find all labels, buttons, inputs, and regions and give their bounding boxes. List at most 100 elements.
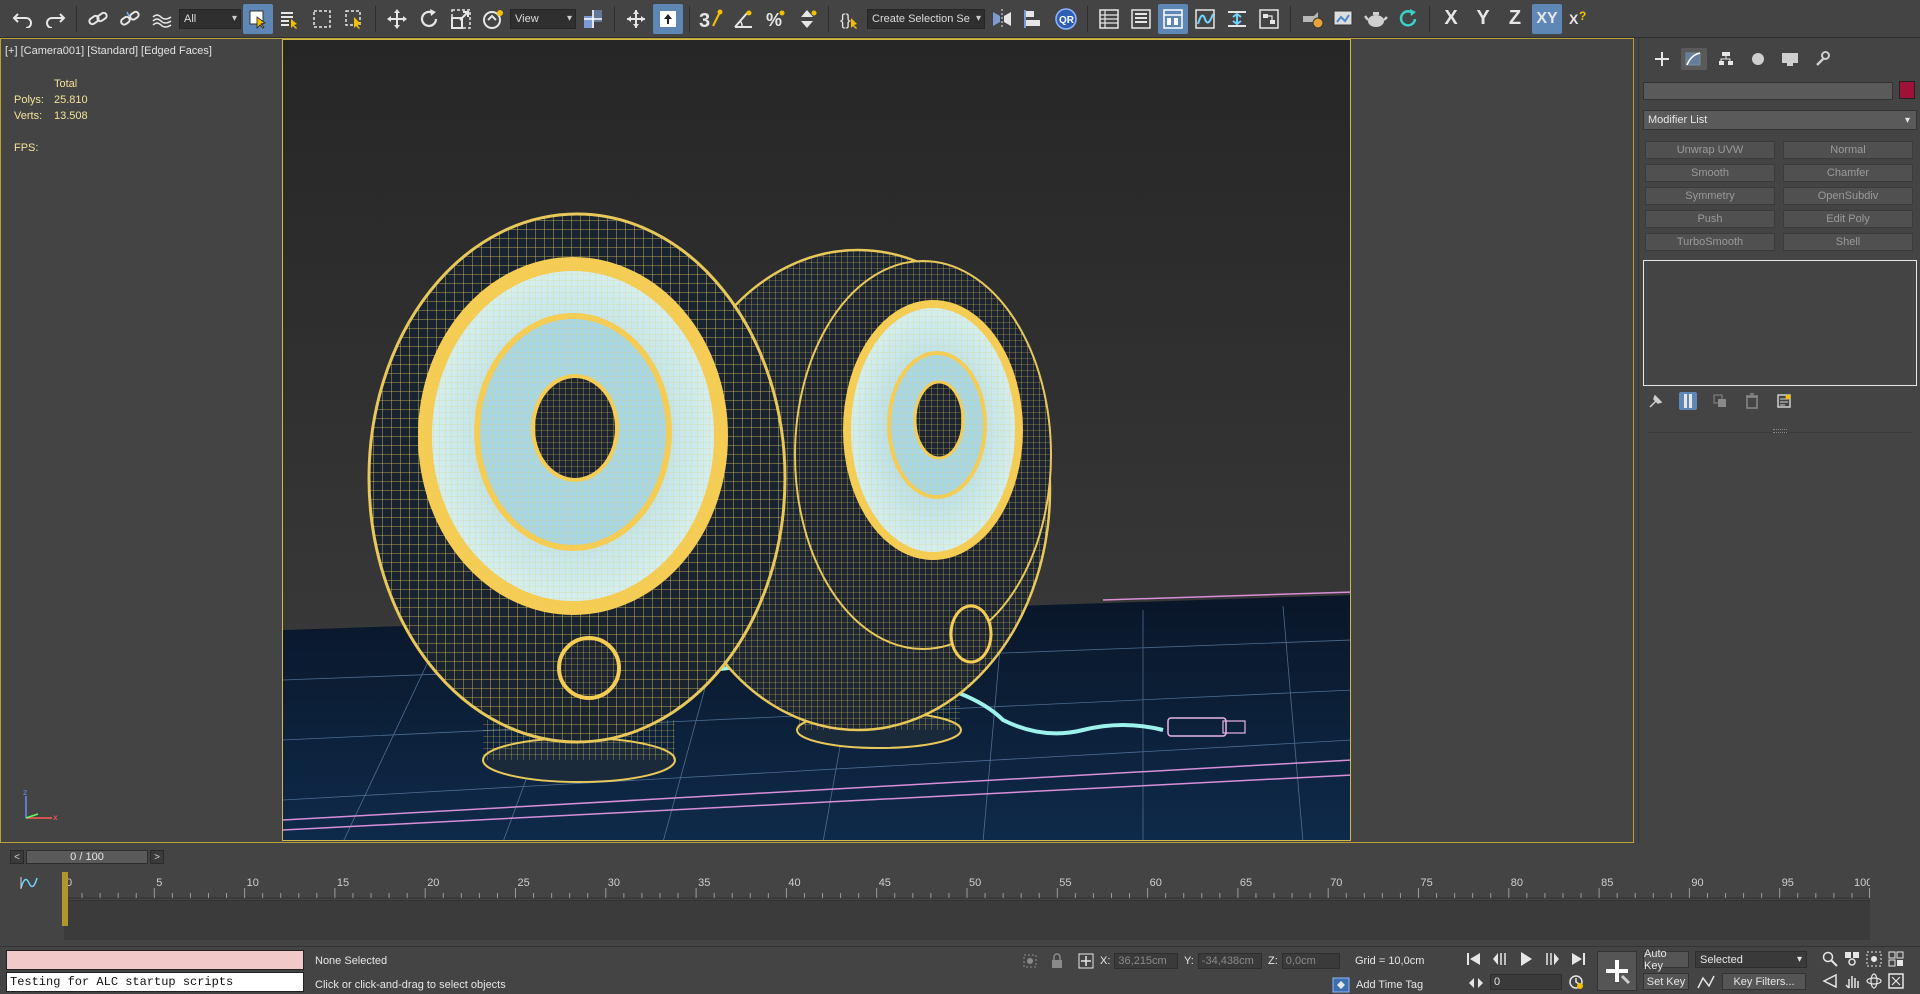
select-and-place-button[interactable] — [478, 4, 508, 34]
time-slider-thumb[interactable]: 0 / 100 — [26, 850, 148, 864]
current-frame-field[interactable]: 0 — [1490, 974, 1562, 990]
link-button[interactable] — [83, 4, 113, 34]
object-name-field[interactable] — [1643, 82, 1893, 100]
key-mode-toggle-icon[interactable] — [1468, 977, 1484, 989]
utilities-tab[interactable] — [1809, 48, 1835, 70]
add-time-tag-button[interactable]: Add Time Tag — [1332, 977, 1423, 993]
modifier-symmetry-button[interactable]: Symmetry — [1645, 187, 1775, 205]
object-color-swatch[interactable] — [1899, 81, 1915, 99]
show-end-result-button[interactable] — [1679, 392, 1697, 410]
align-button[interactable] — [1019, 4, 1049, 34]
absolute-mode-transform-icon[interactable] — [1078, 953, 1094, 969]
modifier-smooth-button[interactable]: Smooth — [1645, 164, 1775, 182]
field-of-view-icon[interactable] — [1822, 973, 1838, 989]
unlink-button[interactable] — [115, 4, 145, 34]
mirror-button[interactable] — [987, 4, 1017, 34]
schematic-view-button[interactable] — [1254, 4, 1284, 34]
track-bar-ruler[interactable]: 0 5 10 15 20 25 30 35 40 45 50 55 60 65 70 75 80 85 90 95 10… — [64, 874, 1870, 900]
time-slider-next-button[interactable]: > — [150, 850, 164, 864]
pivot-point-center-button[interactable] — [578, 4, 608, 34]
modifier-chamfer-button[interactable]: Chamfer — [1783, 164, 1913, 182]
motion-tab[interactable] — [1745, 48, 1771, 70]
orbit-icon[interactable] — [1866, 973, 1882, 989]
select-and-manipulate-button[interactable] — [621, 4, 651, 34]
next-frame-icon[interactable] — [1544, 952, 1560, 966]
coord-z-field[interactable]: 0,0cm — [1281, 953, 1340, 969]
curve-editor-button[interactable] — [1190, 4, 1220, 34]
keyboard-shortcut-override-button[interactable] — [653, 3, 683, 34]
configure-modifier-sets-button[interactable] — [1775, 392, 1793, 410]
quick-render-button[interactable]: QR — [1051, 4, 1081, 34]
set-key-button[interactable]: Set Key — [1643, 973, 1689, 990]
selection-filter-dropdown[interactable]: All — [179, 8, 241, 29]
time-slider[interactable]: < 0 / 100 > — [0, 846, 1920, 868]
rendered-frame-window-button[interactable] — [1329, 4, 1359, 34]
modifier-unwrap-uvw-button[interactable]: Unwrap UVW — [1645, 141, 1775, 159]
edit-named-selection-button[interactable]: {} — [835, 4, 865, 34]
zoom-extents-all-icon[interactable] — [1888, 951, 1904, 967]
maxscript-listener-output[interactable]: Testing for ALC startup scripts — [6, 972, 304, 992]
track-bar-key-area[interactable] — [64, 900, 1870, 940]
set-keys-big-button[interactable] — [1597, 951, 1637, 991]
render-setup-button[interactable] — [1297, 4, 1327, 34]
zoom-all-icon[interactable] — [1844, 951, 1860, 967]
rectangular-selection-button[interactable] — [307, 4, 337, 34]
auto-key-button[interactable]: Auto Key — [1643, 948, 1689, 972]
spinner-snap-button[interactable] — [792, 4, 822, 34]
default-in-out-tangents-icon[interactable] — [1697, 974, 1715, 990]
make-unique-button[interactable] — [1711, 392, 1729, 410]
modifier-list-dropdown[interactable]: Modifier List — [1643, 110, 1917, 130]
pin-stack-button[interactable] — [1647, 392, 1665, 410]
named-selection-set-dropdown[interactable]: Create Selection Se — [867, 8, 985, 29]
redo-button[interactable] — [40, 4, 70, 34]
key-selection-set-dropdown[interactable]: Selected — [1695, 951, 1807, 968]
axis-y-button[interactable]: Y — [1468, 7, 1498, 30]
rollout-grip-handle[interactable] — [1773, 429, 1787, 433]
select-by-name-button[interactable] — [275, 4, 305, 34]
select-and-scale-button[interactable] — [446, 4, 476, 34]
select-object-button[interactable] — [243, 3, 273, 34]
display-tab[interactable] — [1777, 48, 1803, 70]
select-and-rotate-button[interactable] — [414, 4, 444, 34]
axis-constraint-help-button[interactable]: X? — [1564, 4, 1594, 34]
render-in-cloud-button[interactable] — [1393, 4, 1423, 34]
percent-snap-button[interactable]: % — [760, 4, 790, 34]
dope-sheet-button[interactable] — [1222, 4, 1252, 34]
track-bar[interactable]: 0 5 10 15 20 25 30 35 40 45 50 55 60 65 70 75 80 85 90 95 10… — [0, 868, 1920, 946]
play-icon[interactable] — [1518, 951, 1534, 967]
coord-x-field[interactable]: 36,215cm — [1114, 953, 1179, 969]
modifier-edit-poly-button[interactable]: Edit Poly — [1783, 210, 1913, 228]
previous-frame-icon[interactable] — [1492, 952, 1508, 966]
snaps-toggle-button[interactable]: 3 — [696, 4, 726, 34]
selection-lock-icon[interactable] — [1050, 953, 1064, 969]
time-configuration-icon[interactable] — [1568, 974, 1584, 990]
go-to-start-icon[interactable] — [1466, 952, 1482, 966]
modifier-stack-list[interactable] — [1643, 260, 1917, 386]
modifier-opensubdiv-button[interactable]: OpenSubdiv — [1783, 187, 1913, 205]
select-and-move-button[interactable] — [382, 4, 412, 34]
reference-coordinate-dropdown[interactable]: View — [510, 8, 576, 29]
undo-button[interactable] — [8, 4, 38, 34]
camera-render-region[interactable] — [282, 39, 1351, 841]
axis-xy-button[interactable]: XY — [1532, 3, 1562, 34]
viewport-label[interactable]: [+] [Camera001] [Standard] [Edged Faces] — [5, 45, 212, 57]
hierarchy-tab[interactable] — [1713, 48, 1739, 70]
maximize-viewport-icon[interactable] — [1888, 973, 1904, 989]
scene-explorer-button[interactable] — [1094, 4, 1124, 34]
modifier-shell-button[interactable]: Shell — [1783, 233, 1913, 251]
isolate-selection-icon[interactable] — [1022, 953, 1038, 969]
bind-space-warp-button[interactable] — [147, 4, 177, 34]
window-crossing-button[interactable] — [339, 4, 369, 34]
current-frame-marker[interactable] — [62, 872, 68, 926]
pan-view-icon[interactable] — [1844, 973, 1860, 989]
layer-explorer-button[interactable] — [1126, 4, 1156, 34]
key-filters-button[interactable]: Key Filters... — [1722, 973, 1806, 990]
toggle-ribbon-button[interactable] — [1158, 3, 1188, 34]
modifier-normal-button[interactable]: Normal — [1783, 141, 1913, 159]
time-slider-prev-button[interactable]: < — [10, 850, 24, 864]
modifier-turbosmooth-button[interactable]: TurboSmooth — [1645, 233, 1775, 251]
render-production-button[interactable] — [1361, 4, 1391, 34]
zoom-icon[interactable] — [1822, 951, 1838, 967]
mini-curve-editor-icon[interactable] — [20, 876, 38, 890]
zoom-extents-icon[interactable] — [1866, 951, 1882, 967]
